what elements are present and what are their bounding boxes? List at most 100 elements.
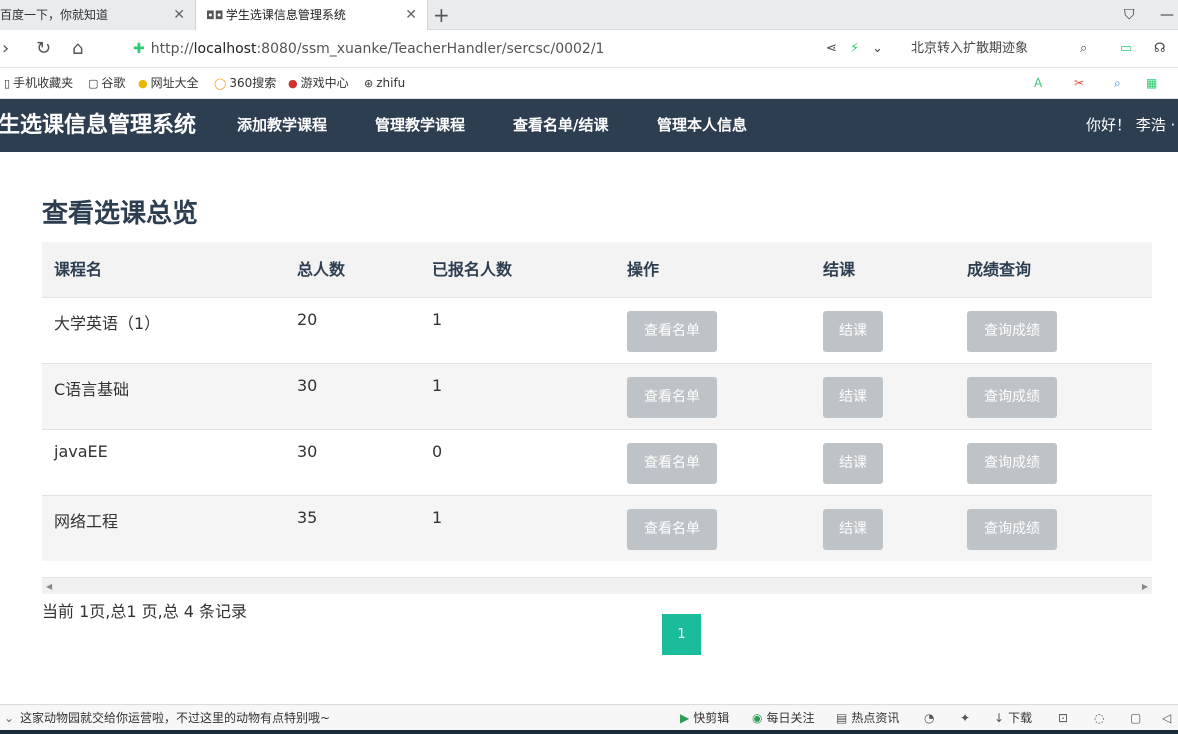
user-greeting[interactable]: 你好！ 李浩 · xyxy=(1086,99,1175,152)
close-course-button[interactable]: 结课 xyxy=(823,509,883,550)
gamepad-icon[interactable]: ▦ xyxy=(1146,68,1157,99)
query-grades-button[interactable]: 查询成绩 xyxy=(967,443,1057,484)
nav-view-roster[interactable]: 查看名单/结课 xyxy=(513,99,608,152)
pagination-info: 当前 1页,总1 页,总 4 条记录 xyxy=(42,602,248,621)
close-tab-icon[interactable]: ✕ xyxy=(405,0,417,30)
bookmark-hao[interactable]: ● 网址大全 xyxy=(138,68,199,99)
bookmark-games[interactable]: ● 游戏中心 xyxy=(288,68,349,99)
daily-focus-item[interactable]: ◉ 每日关注 xyxy=(752,705,815,731)
enrolled-count: 1 xyxy=(432,508,443,527)
close-course-button[interactable]: 结课 xyxy=(823,443,883,484)
scroll-right-icon[interactable]: ▶ xyxy=(1142,578,1148,595)
sync-icon[interactable]: ◌ xyxy=(1094,705,1104,731)
bookmarks-bar: ▯ 手机收藏夹 ▢ 谷歌 ● 网址大全 ◯ 360搜索 ● 游戏中心 ⊛ zhifu A ✂… xyxy=(0,68,1178,99)
search-hint[interactable]: 北京转入扩散期迹象 xyxy=(911,30,1028,68)
expand-icon[interactable]: ⌄ xyxy=(4,705,14,731)
course-name: javaEE xyxy=(54,442,108,461)
quick-clip-item[interactable]: ▶ 快剪辑 xyxy=(680,705,729,731)
share-icon[interactable]: ⋖ xyxy=(826,30,837,68)
globe-icon: ● xyxy=(138,77,148,90)
query-grades-button[interactable]: 查询成绩 xyxy=(967,377,1057,418)
search-icon[interactable]: ⌕ xyxy=(1080,30,1087,68)
fullscreen-icon[interactable]: ▢ xyxy=(1130,705,1141,731)
window-icon[interactable]: ⊡ xyxy=(1058,705,1068,731)
nav-manage-course[interactable]: 管理教学课程 xyxy=(375,99,465,152)
horizontal-scrollbar[interactable]: ◀ ▶ xyxy=(42,577,1152,594)
column-header: 操作 xyxy=(627,260,660,279)
minimize-icon[interactable]: — xyxy=(1160,0,1174,30)
battery-icon: ▭ xyxy=(1120,41,1133,56)
translate-icon[interactable]: A xyxy=(1034,68,1042,99)
pin-icon[interactable]: ✦ xyxy=(960,705,970,731)
taskbar-edge xyxy=(0,730,1178,734)
bookmark-mobile[interactable]: ▯ 手机收藏夹 xyxy=(4,68,73,99)
bookmark-label: 手机收藏夹 xyxy=(13,76,74,90)
scissors-icon[interactable]: ✂ xyxy=(1074,68,1084,99)
volume-icon[interactable]: ◁ xyxy=(1162,705,1171,731)
total-count: 20 xyxy=(297,310,318,329)
bookmark-label: 360搜索 xyxy=(229,76,277,90)
news-icon: ▤ xyxy=(836,711,848,725)
page-button-current[interactable]: 1 xyxy=(662,614,701,655)
close-tab-icon[interactable]: ✕ xyxy=(173,0,185,30)
scroll-left-icon[interactable]: ◀ xyxy=(46,578,52,595)
bookmark-360[interactable]: ◯ 360搜索 xyxy=(214,68,276,99)
view-roster-button[interactable]: 查看名单 xyxy=(627,509,717,550)
page-icon: ▢ xyxy=(88,77,99,90)
column-header: 结课 xyxy=(823,260,856,279)
lightning-icon[interactable]: ⚡ xyxy=(850,30,859,68)
column-header: 总人数 xyxy=(297,260,346,279)
table-row: 网络工程 35 1 查看名单 结课 查询成绩 xyxy=(42,495,1152,561)
enrolled-count: 1 xyxy=(432,376,443,395)
360-search-icon: ◯ xyxy=(214,77,227,90)
bookmark-label: 谷歌 xyxy=(101,76,126,90)
status-label: 下载 xyxy=(1008,711,1033,725)
browser-tab-baidu[interactable]: 百度一下，你就知道 ✕ xyxy=(0,0,196,30)
bookmark-label: 游戏中心 xyxy=(300,76,349,90)
circle-play-icon: ◉ xyxy=(752,711,763,725)
query-grades-button[interactable]: 查询成绩 xyxy=(967,509,1057,550)
new-tab-icon[interactable]: + xyxy=(433,0,450,30)
close-course-button[interactable]: 结课 xyxy=(823,377,883,418)
total-count: 35 xyxy=(297,508,318,527)
query-grades-button[interactable]: 查询成绩 xyxy=(967,311,1057,352)
home-icon[interactable]: ⌂ xyxy=(72,38,83,60)
nav-manage-profile[interactable]: 管理本人信息 xyxy=(657,99,747,152)
magnifier-icon[interactable]: ⌕ xyxy=(1114,68,1121,99)
news-ticker[interactable]: 这家动物园就交给你运营啦，不过这里的动物有点特别哦~ xyxy=(20,705,330,731)
shirt-skin-icon[interactable]: ⛉ xyxy=(1124,0,1135,30)
security-shield-icon: ✚ xyxy=(133,41,145,57)
column-header: 已报名人数 xyxy=(432,260,513,279)
headphones-icon[interactable]: ☊ xyxy=(1154,30,1166,68)
enrolled-count: 1 xyxy=(432,310,443,329)
hot-news-item[interactable]: ▤ 热点资讯 xyxy=(836,705,899,731)
enrolled-count: 0 xyxy=(432,442,443,461)
view-roster-button[interactable]: 查看名单 xyxy=(627,443,717,484)
app-brand[interactable]: 生选课信息管理系统 xyxy=(0,99,196,152)
status-label: 每日关注 xyxy=(766,711,815,725)
forward-icon[interactable]: › xyxy=(2,38,9,60)
bookmark-label: zhifu xyxy=(376,76,406,90)
download-item[interactable]: ↓ 下载 xyxy=(994,705,1032,731)
table-row: C语言基础 30 1 查看名单 结课 查询成绩 xyxy=(42,363,1152,429)
status-label: 热点资讯 xyxy=(851,711,900,725)
browser-tab-active[interactable]: ◘◘ 学生选课信息管理系统 ✕ xyxy=(196,0,428,30)
page-title: 查看选课总览 xyxy=(42,199,199,229)
nav-add-course[interactable]: 添加教学课程 xyxy=(237,99,327,152)
table-row: javaEE 30 0 查看名单 结课 查询成绩 xyxy=(42,429,1152,495)
reload-icon[interactable]: ↻ xyxy=(36,38,51,60)
view-roster-button[interactable]: 查看名单 xyxy=(627,311,717,352)
bookmark-google[interactable]: ▢ 谷歌 xyxy=(88,68,125,99)
table-header-row: 课程名 总人数 已报名人数 操作 结课 成绩查询 xyxy=(42,242,1152,297)
view-roster-button[interactable]: 查看名单 xyxy=(627,377,717,418)
download-icon: ↓ xyxy=(994,711,1005,725)
table-row: 大学英语（1） 20 1 查看名单 结课 查询成绩 xyxy=(42,297,1152,363)
url-path: :8080/ssm_xuanke/TeacherHandler/sercsc/0… xyxy=(256,41,605,57)
bookmark-zhifu[interactable]: ⊛ zhifu xyxy=(364,68,405,99)
close-course-button[interactable]: 结课 xyxy=(823,311,883,352)
link-icon: ⊛ xyxy=(364,77,374,90)
url-field[interactable]: ✚ http://localhost:8080/ssm_xuanke/Teache… xyxy=(133,30,604,68)
chevron-down-icon[interactable]: ⌄ xyxy=(872,30,883,68)
speed-icon[interactable]: ◔ xyxy=(924,705,934,731)
play-icon: ▶ xyxy=(680,711,690,725)
